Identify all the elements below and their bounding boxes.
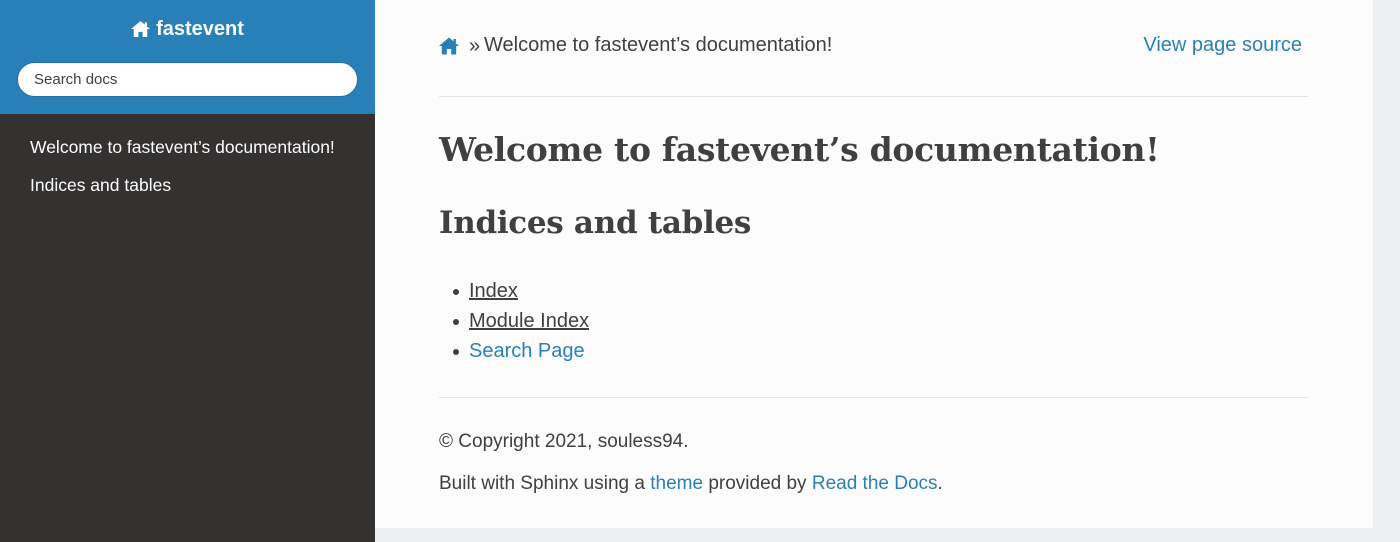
project-home-link[interactable]: fastevent [131,16,244,42]
bullet-icon [453,319,459,325]
list-item: Module Index [453,309,589,339]
index-link[interactable]: Index [469,279,518,303]
project-name: fastevent [156,17,244,40]
home-icon[interactable] [439,37,459,55]
footer-divider [439,397,1308,398]
divider [439,96,1308,97]
breadcrumb-current: Welcome to fastevent’s documentation! [484,34,833,56]
sidebar-link-welcome[interactable]: Welcome to fastevent’s documentation! [0,136,375,158]
theme-link[interactable]: theme [650,473,703,494]
view-page-source-link[interactable]: View page source [1143,34,1302,57]
search-input[interactable] [17,62,358,97]
copyright-text: © Copyright 2021, souless94. [439,431,689,452]
read-the-docs-link[interactable]: Read the Docs [812,473,938,494]
bullet-icon [453,349,459,355]
built-prefix: Built with Sphinx using a [439,473,651,494]
sidebar: fastevent Welcome to fastevent’s documen… [0,0,375,542]
home-icon [131,21,151,37]
built-suffix: . [937,473,943,494]
main-content: » Welcome to fastevent’s documentation! … [375,0,1373,528]
breadcrumb-separator: » [469,35,481,57]
sidebar-nav: Welcome to fastevent’s documentation! In… [0,114,375,212]
list-item: Search Page [453,339,589,369]
built-with-text: Built with Sphinx using a theme provided… [439,473,943,495]
module-index-link[interactable]: Module Index [469,309,589,333]
page-title: Welcome to fastevent’s documentation! [439,130,1160,169]
built-middle: provided by [703,473,812,494]
breadcrumb: » Welcome to fastevent’s documentation! … [439,34,1308,60]
bullet-icon [453,289,459,295]
sidebar-item-welcome: Welcome to fastevent’s documentation! [0,136,375,174]
list-item: Index [453,279,589,309]
search-page-link[interactable]: Search Page [469,339,585,363]
sidebar-item-indices: Indices and tables [0,174,375,212]
sidebar-link-indices[interactable]: Indices and tables [0,174,375,196]
sidebar-header: fastevent [0,0,375,114]
index-list: Index Module Index Search Page [453,279,589,369]
section-title: Indices and tables [439,205,752,241]
